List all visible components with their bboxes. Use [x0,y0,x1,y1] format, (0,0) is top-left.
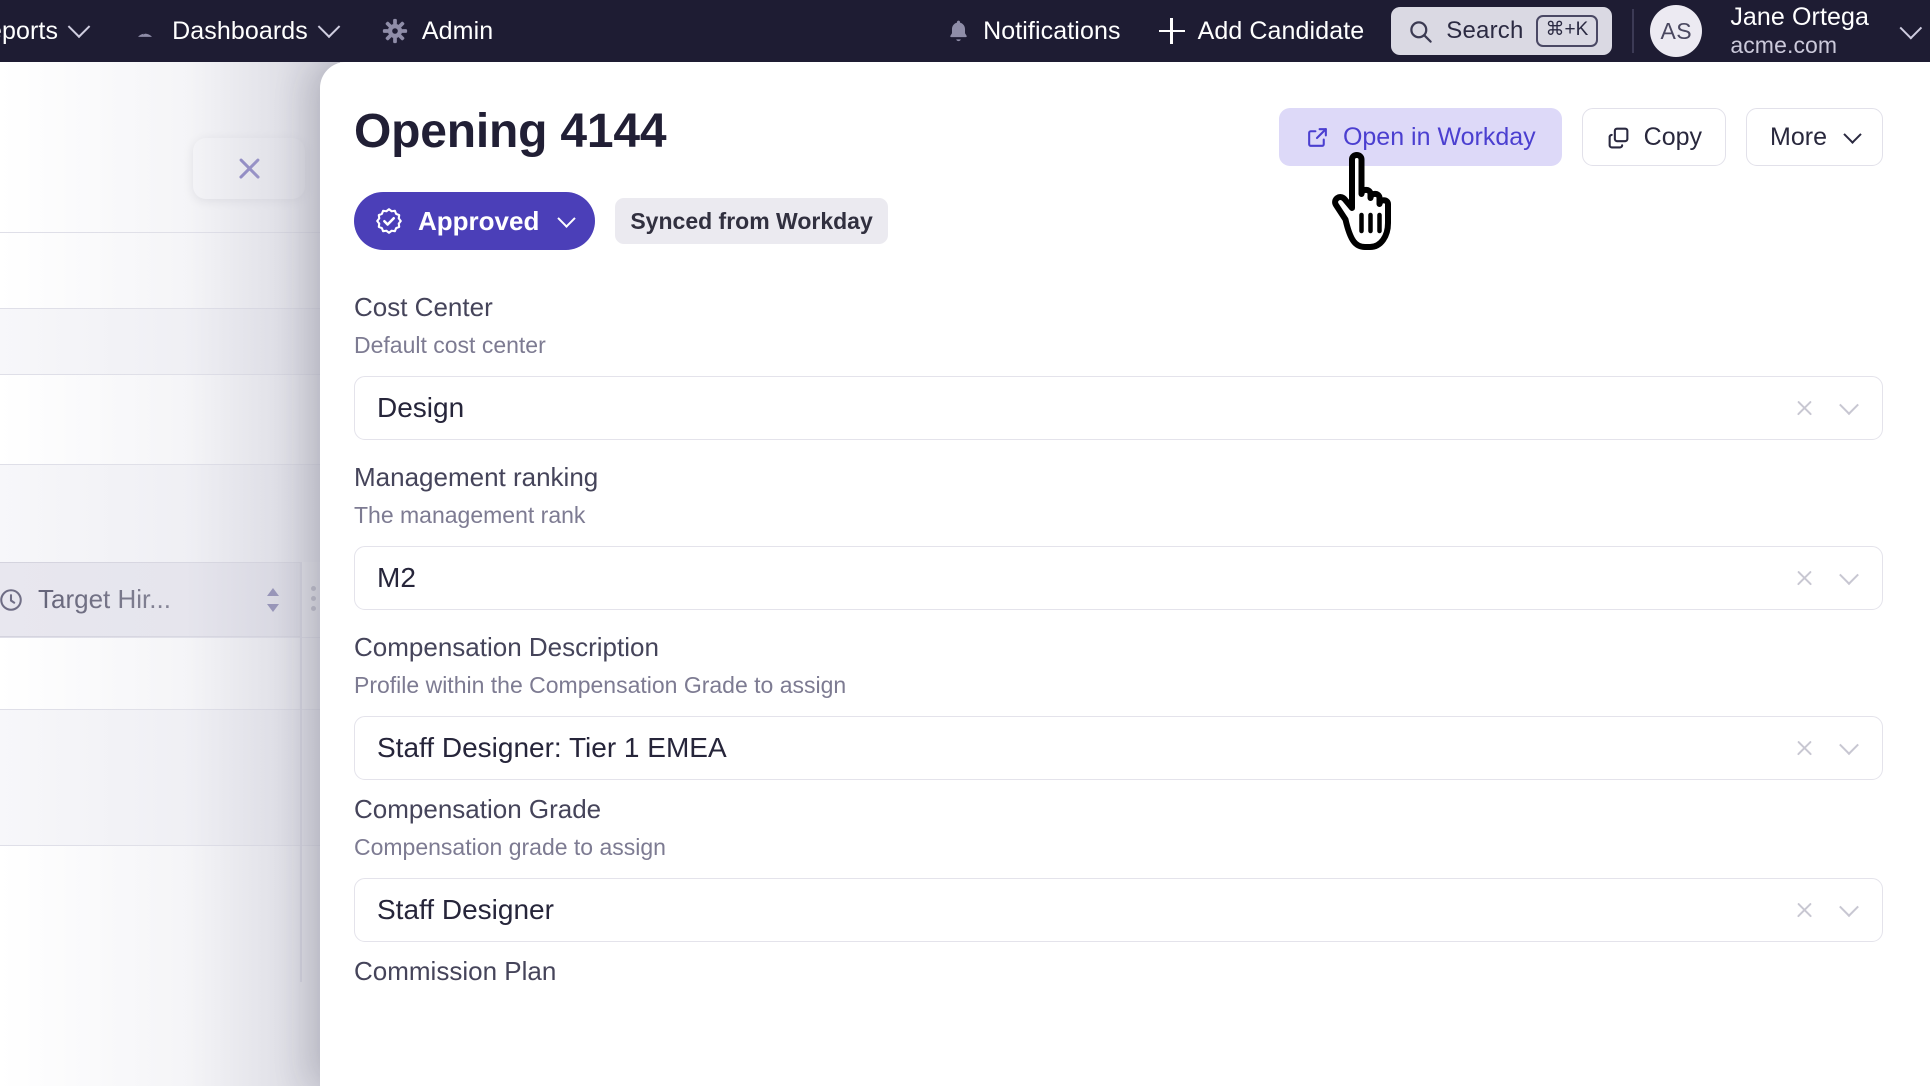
field-value: Staff Designer [377,894,554,926]
sync-badge-label: Synced from Workday [630,208,872,235]
plus-icon [1159,18,1185,44]
chevron-down-icon[interactable] [1839,897,1859,917]
field-help: Profile within the Compensation Grade to… [354,672,1883,699]
management-ranking-select[interactable]: M2 [354,546,1883,610]
panel-content: Opening 4144 Open in Workday [320,62,1930,1086]
field-management-ranking: Management ranking The management rank M… [354,462,1883,610]
compensation-description-select[interactable]: Staff Designer: Tier 1 EMEA [354,716,1883,780]
field-label: Management ranking [354,462,1883,493]
opening-fields-form: Cost Center Default cost center Design M… [354,292,1883,987]
copy-button[interactable]: Copy [1582,108,1726,166]
bell-icon [947,19,970,44]
copy-icon [1606,125,1631,150]
field-value: Staff Designer: Tier 1 EMEA [377,732,727,764]
close-icon [236,155,263,182]
column-divider [300,562,302,982]
field-help: The management rank [354,502,1883,529]
copy-label: Copy [1644,123,1702,152]
add-candidate-button[interactable]: Add Candidate [1140,0,1384,62]
nav-item-label: Notifications [983,17,1120,46]
field-controls [1795,569,1872,588]
close-overlay-button[interactable] [193,138,305,199]
external-link-icon [1305,125,1330,150]
compensation-grade-select[interactable]: Staff Designer [354,878,1883,942]
app-root: Target Hir... Opening 4144 [0,0,1930,1086]
clear-icon[interactable] [1795,399,1814,418]
gear-icon [381,17,409,45]
open-in-workday-label: Open in Workday [1343,123,1536,152]
column-header-label: Target Hir... [38,584,171,615]
table-column-header-target-hire-date[interactable]: Target Hir... [0,562,300,637]
nav-left-group: eports Dashboards [0,0,515,62]
clear-icon[interactable] [1795,569,1814,588]
panel-header: Opening 4144 Open in Workday [354,104,1883,166]
calendar-icon [0,587,24,613]
field-controls [1795,739,1872,758]
search-icon [1407,18,1434,45]
cost-center-select[interactable]: Design [354,376,1883,440]
chevron-down-icon [1843,125,1861,143]
field-controls [1795,901,1872,920]
add-candidate-label: Add Candidate [1198,17,1365,46]
chevron-down-icon[interactable] [1839,735,1859,755]
user-menu[interactable]: AS Jane Ortega acme.com [1650,0,1916,62]
field-compensation-description: Compensation Description Profile within … [354,632,1883,780]
nav-item-label: Admin [422,17,493,46]
field-value: Design [377,392,464,424]
nav-item-reports[interactable]: eports [0,0,109,62]
nav-divider [1632,9,1634,53]
nav-item-dashboards[interactable]: Dashboards [109,0,359,62]
status-badge[interactable]: Approved [354,192,595,250]
chevron-down-icon [68,15,91,38]
field-label: Cost Center [354,292,1883,323]
page-title: Opening 4144 [354,106,666,159]
sort-icon[interactable] [262,585,284,615]
opening-detail-panel: Opening 4144 Open in Workday [320,62,1930,1086]
clear-icon[interactable] [1795,901,1814,920]
field-value: M2 [377,562,416,594]
search-shortcut-badge: ⌘+K [1536,15,1599,47]
chevron-down-icon [1900,17,1923,40]
approved-check-icon [374,206,404,236]
chevron-down-icon [318,15,341,38]
nav-item-label: Dashboards [172,17,308,46]
panel-header-actions: Open in Workday Copy More [1279,108,1883,166]
field-controls [1795,399,1872,418]
nav-right-group: Notifications Add Candidate Search ⌘+K A… [928,0,1930,62]
top-navigation-bar: eports Dashboards [0,0,1930,62]
more-button[interactable]: More [1746,108,1883,166]
avatar: AS [1650,5,1702,57]
field-label: Compensation Grade [354,794,1883,825]
field-label: Compensation Description [354,632,1883,663]
field-label: Commission Plan [354,956,1883,987]
user-name: Jane Ortega [1730,3,1869,32]
chevron-down-icon [558,209,576,227]
status-row: Approved Synced from Workday [354,192,1883,250]
chevron-down-icon[interactable] [1839,565,1859,585]
user-domain: acme.com [1730,32,1869,59]
chevron-down-icon[interactable] [1839,395,1859,415]
dashboard-icon [131,17,159,45]
nav-item-admin[interactable]: Admin [359,0,515,62]
more-label: More [1770,123,1827,152]
field-compensation-grade: Compensation Grade Compensation grade to… [354,794,1883,942]
clear-icon[interactable] [1795,739,1814,758]
field-commission-plan: Commission Plan [354,956,1883,987]
status-label: Approved [418,206,539,237]
synced-from-workday-badge: Synced from Workday [615,198,887,244]
field-help: Default cost center [354,332,1883,359]
search-label: Search [1446,17,1523,45]
nav-item-notifications[interactable]: Notifications [928,0,1139,62]
field-cost-center: Cost Center Default cost center Design [354,292,1883,440]
search-button[interactable]: Search ⌘+K [1391,7,1612,55]
user-info: Jane Ortega acme.com [1730,3,1869,59]
field-help: Compensation grade to assign [354,834,1883,861]
open-in-workday-button[interactable]: Open in Workday [1279,108,1562,166]
row-menu-icon[interactable] [311,586,316,612]
nav-item-label: eports [0,17,58,46]
